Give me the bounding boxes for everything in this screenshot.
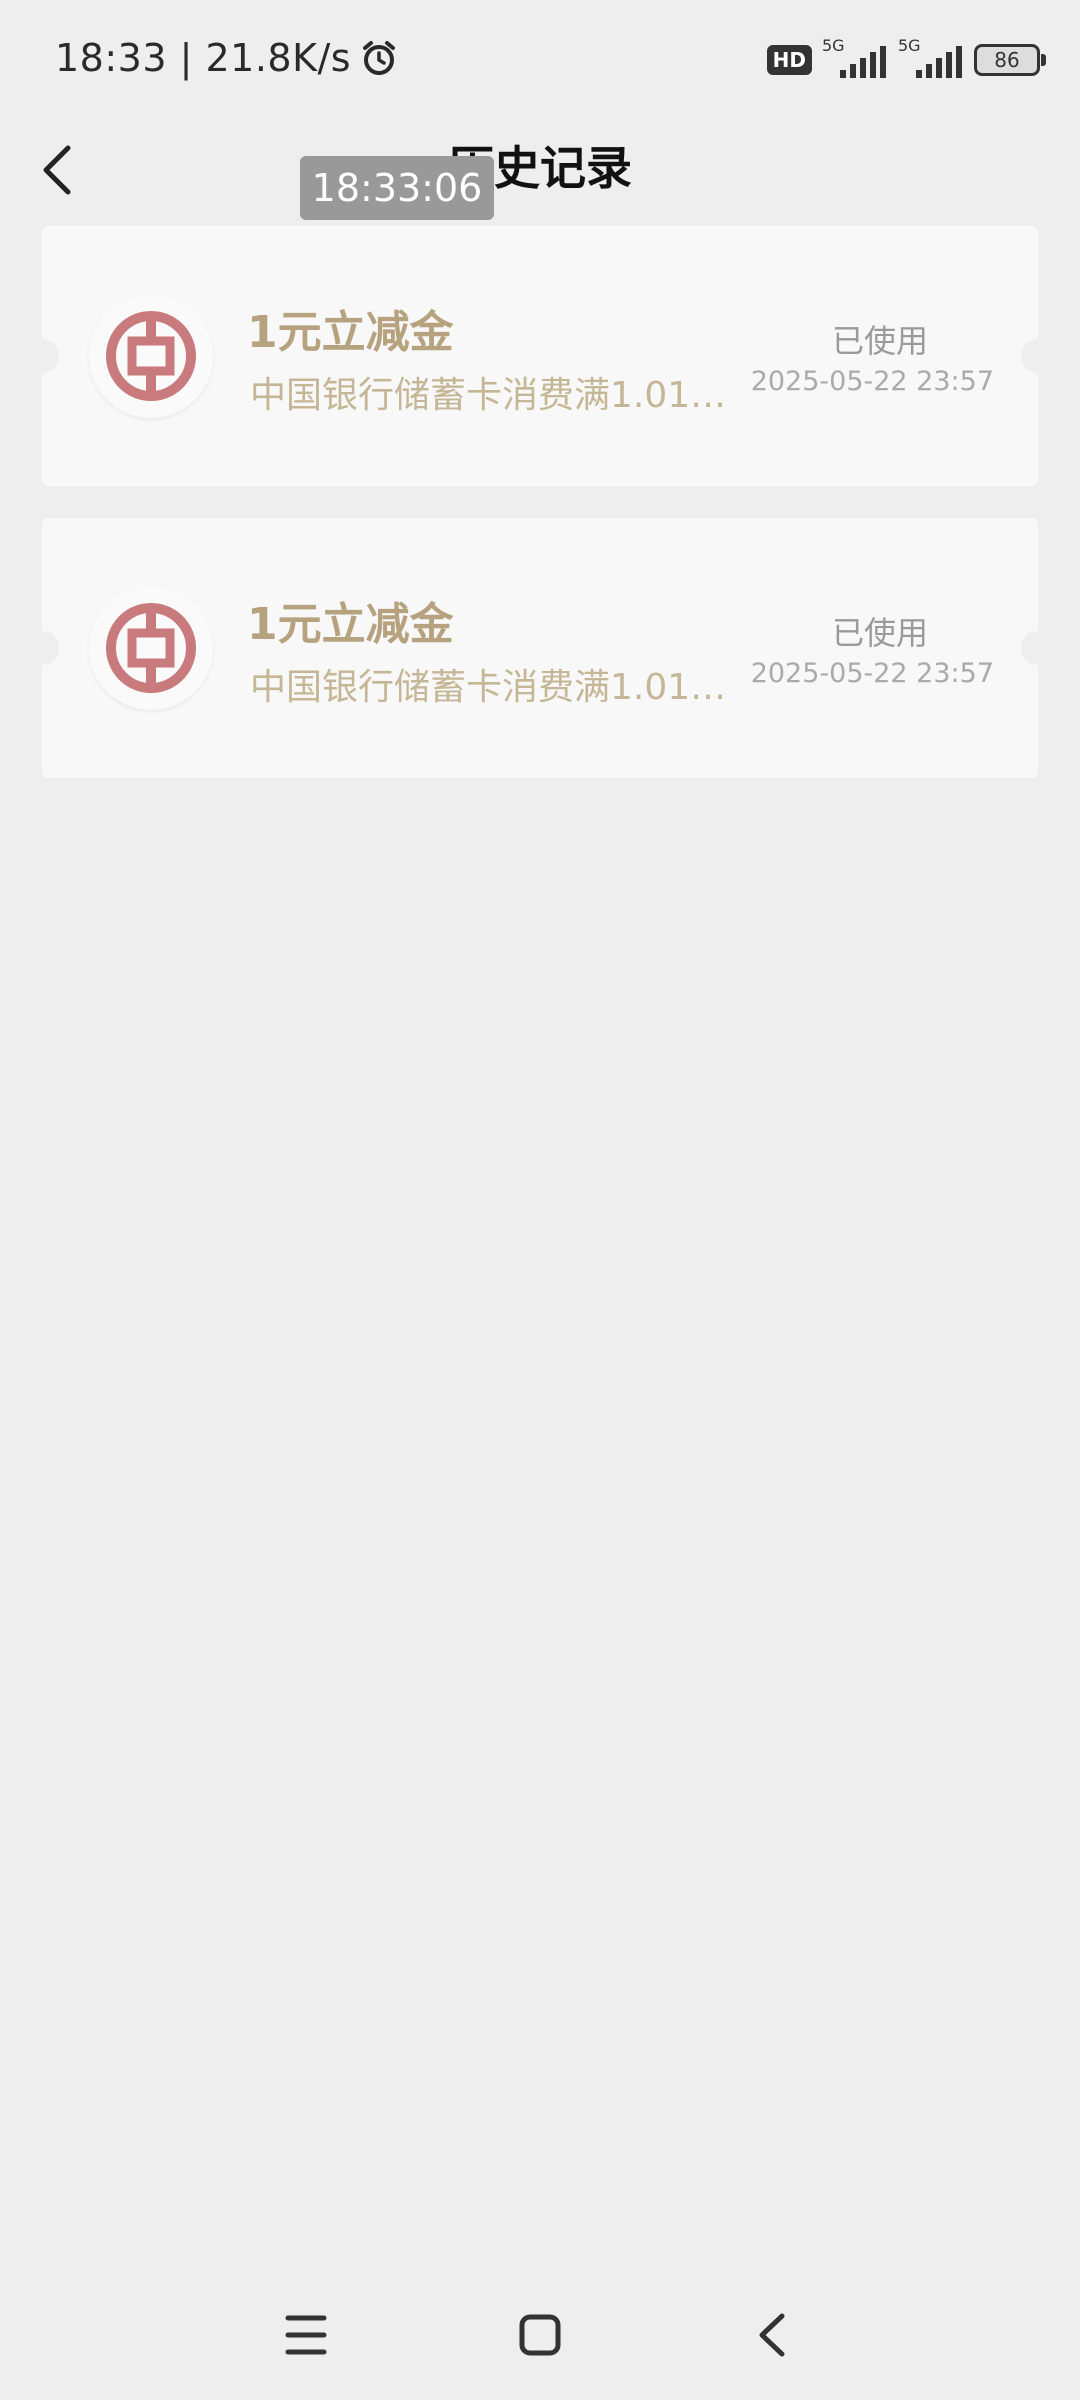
signal-icon: [916, 46, 962, 78]
coupon-title: 1元立减金: [247, 307, 454, 358]
card-notch-right: [1021, 339, 1055, 373]
bank-logo: [89, 294, 213, 418]
back-icon: [759, 2313, 785, 2357]
page-title: 历史记录: [448, 141, 632, 195]
card-notch-left: [25, 631, 59, 665]
coupon-description: 中国银行储蓄卡消费满1.01元可用: [250, 667, 730, 708]
nav-menu-button[interactable]: [256, 2280, 356, 2390]
hd-badge: HD: [766, 45, 812, 75]
status-bar: 18:33 | 21.8K/s HD 5G 5G 86: [0, 0, 1080, 120]
bank-logo: [89, 586, 213, 710]
nav-home-button[interactable]: [490, 2280, 590, 2390]
coupon-date: 2025-05-22 23:57: [750, 366, 994, 397]
coupon-status: 已使用: [831, 614, 928, 652]
timestamp-overlay: 18:33:06: [300, 156, 494, 220]
header: 历史记录: [0, 120, 1080, 230]
status-right: HD 5G 5G 86: [766, 36, 1046, 80]
battery-indicator: 86: [974, 44, 1046, 76]
signal-icon: [840, 46, 886, 78]
coupon-date: 2025-05-22 23:57: [750, 658, 994, 689]
coupon-description: 中国银行储蓄卡消费满1.01元可用: [250, 375, 730, 416]
coupon-card[interactable]: 1元立减金 中国银行储蓄卡消费满1.01元可用 已使用 2025-05-22 2…: [25, 518, 1055, 778]
nav-back-button[interactable]: [722, 2280, 822, 2390]
bank-of-china-logo-icon: [106, 311, 196, 401]
coupon-status: 已使用: [831, 322, 928, 360]
alarm-icon: [363, 41, 396, 75]
home-square-icon: [519, 2314, 561, 2356]
status-left: 18:33 | 21.8K/s: [55, 36, 399, 80]
time-speed-text: 18:33 | 21.8K/s: [55, 36, 352, 80]
coupon-title: 1元立减金: [247, 599, 454, 650]
signal-1: 5G: [822, 36, 888, 80]
card-notch-left: [25, 339, 59, 373]
menu-icon: [285, 2315, 327, 2355]
signal-2: 5G: [898, 36, 964, 80]
card-notch-right: [1021, 631, 1055, 665]
navigation-bar: [0, 2280, 1080, 2390]
coupon-card[interactable]: 1元立减金 中国银行储蓄卡消费满1.01元可用 已使用 2025-05-22 2…: [25, 226, 1055, 486]
bank-of-china-logo-icon: [106, 603, 196, 693]
